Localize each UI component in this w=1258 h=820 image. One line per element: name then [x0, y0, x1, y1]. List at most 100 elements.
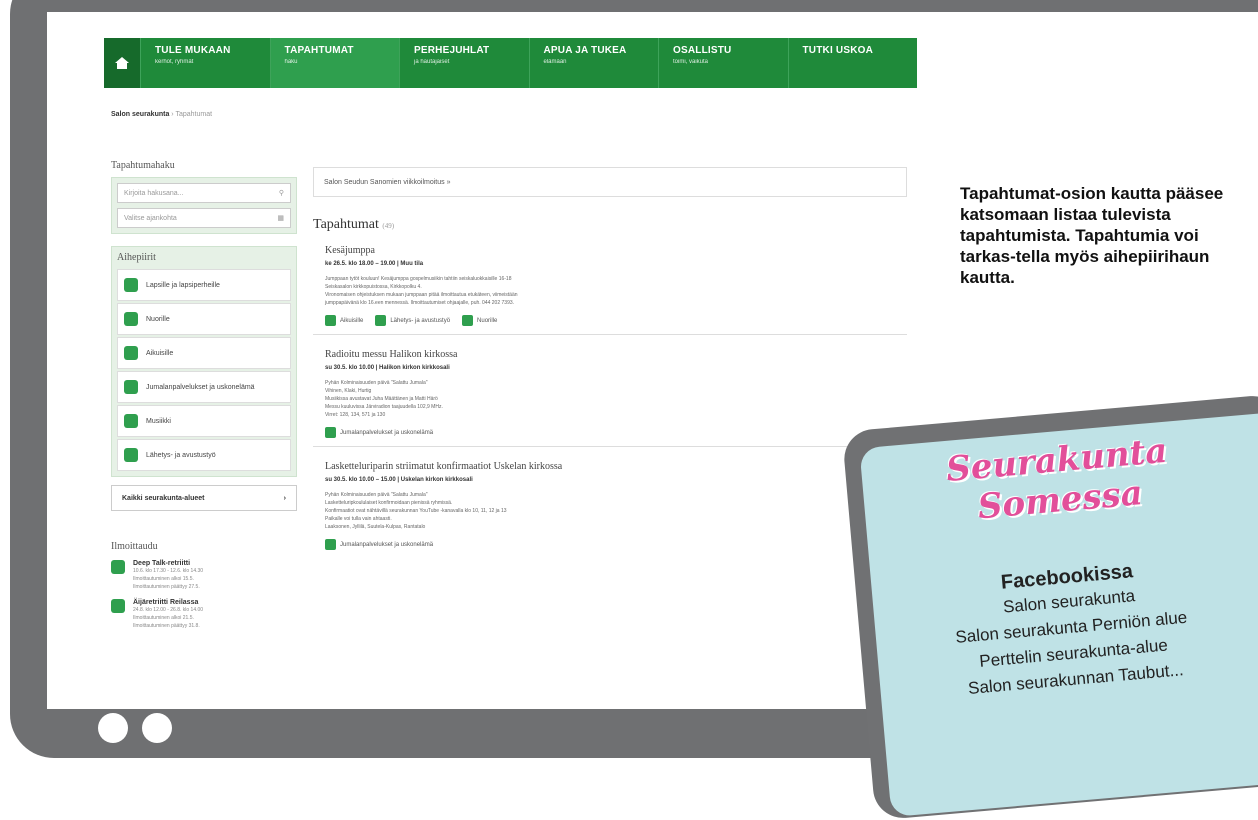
topic-label: Aikuisille — [146, 349, 174, 357]
event-line: Pyhän Kolminaisuuden päivä "Salattu Juma… — [325, 492, 428, 498]
topic-label: Jumalanpalvelukset ja uskonelämä — [146, 383, 255, 391]
church-icon — [325, 539, 336, 550]
nav-title: TAPAHTUMAT — [284, 45, 354, 56]
topic-item[interactable]: Musiikki — [117, 405, 291, 437]
events-heading: Tapahtumat (49) — [313, 217, 907, 233]
chevron-right-icon: › — [283, 494, 286, 502]
nav-title: TULE MUKAAN — [155, 45, 231, 56]
topics-heading: Aihepiirit — [117, 252, 156, 263]
event-line: Laaksonen, Jyllilä, Suutela-Kulpas, Rant… — [325, 524, 426, 530]
date-input[interactable]: Valitse ajankohta ▦ — [117, 208, 291, 228]
register-title: Äijäretriitti Reilassa — [133, 599, 199, 606]
nav-item-perhejuhlat[interactable]: PERHEJUHLAT ja hautajaiset — [399, 38, 529, 88]
church-icon — [325, 427, 336, 438]
nav-title: OSALLISTU — [673, 45, 732, 56]
search-icon[interactable]: ⚲ — [279, 189, 284, 197]
nav-title: APUA JA TUKEA — [543, 45, 627, 56]
home-button[interactable] — [104, 38, 140, 88]
topic-item[interactable]: Lähetys- ja avustustyö — [117, 439, 291, 471]
people-icon — [462, 315, 474, 326]
event-tag[interactable]: Nuorille — [477, 318, 497, 324]
event-tag[interactable]: Lähetys- ja avustustyö — [390, 318, 450, 324]
register-end: Ilmoittautuminen päättyy 31.8. — [133, 623, 200, 629]
nav-item-tutki-uskoa[interactable]: TUTKI USKOA — [787, 38, 918, 88]
events-count: (49) — [382, 222, 395, 230]
event-line: Pyhän Kolminaisuuden päivä "Salattu Juma… — [325, 380, 428, 386]
people-icon — [124, 448, 138, 462]
nav-item-apua-ja-tukea[interactable]: APUA JA TUKEA elämään — [528, 38, 659, 88]
nav-sub: kerhot, ryhmät — [155, 59, 194, 65]
frame-dots — [98, 713, 186, 748]
breadcrumb-root-link[interactable]: Salon seurakunta — [111, 111, 169, 118]
event-title[interactable]: Lasketteluriparin striimatut konfirmaati… — [325, 461, 895, 472]
calendar-icon[interactable]: ▦ — [277, 214, 284, 222]
event-title[interactable]: Kesäjumppa — [325, 245, 895, 256]
church-icon — [124, 380, 138, 394]
event-item: Lasketteluriparin striimatut konfirmaati… — [313, 459, 907, 558]
event-place: Uskelan kirkon kirkkosali — [400, 477, 473, 483]
nav-title: TUTKI USKOA — [802, 45, 874, 56]
event-item: Kesäjumppa ke 26.5. klo 18.00 – 19.00 | … — [313, 243, 907, 335]
dot — [98, 713, 128, 743]
register-item[interactable]: Deep Talk-retriitti 10.6. klo 17.30 - 12.… — [111, 560, 297, 591]
event-date: ke 26.5. klo 18.00 – 19.00 — [325, 261, 396, 267]
nav-title: PERHEJUHLAT — [414, 45, 490, 56]
topic-label: Musiikki — [146, 417, 171, 425]
topic-item[interactable]: Lapsille ja lapsiperheille — [117, 269, 291, 301]
topic-label: Lähetys- ja avustustyö — [146, 451, 216, 459]
register-start: Ilmoittautuminen alkoi 15.5. — [133, 576, 194, 582]
topics-box: Aihepiirit Lapsille ja lapsiperheille Nu… — [111, 246, 297, 477]
event-tag[interactable]: Jumalanpalvelukset ja uskonelämä — [340, 430, 433, 436]
date-placeholder: Valitse ajankohta — [124, 214, 177, 222]
nav-item-tule-mukaan[interactable]: TULE MUKAAN kerhot, ryhmät — [140, 38, 270, 88]
event-tag[interactable]: Aikuisille — [340, 318, 363, 324]
main-content: Salon Seudun Sanomien viikkoilmoitus » T… — [313, 167, 907, 570]
left-sidebar: Tapahtumahaku Kirjoita hakusana... ⚲ Vali… — [111, 160, 297, 630]
all-areas-button[interactable]: Kaikki seurakunta-alueet › — [111, 485, 297, 511]
event-datetime: ke 26.5. klo 18.00 – 19.00 | Muu tila — [325, 261, 424, 267]
nav-sub: elämään — [543, 59, 567, 65]
search-heading: Tapahtumahaku — [111, 160, 175, 171]
event-line: Jumppaan tytöt kouluun! Kesäjumppa gospe… — [325, 276, 512, 282]
event-date: su 30.5. klo 10.00 — [325, 365, 375, 371]
event-line: Musiikissa avustavat Juha Määttänen ja M… — [325, 396, 438, 402]
event-date: su 30.5. klo 10.00 – 15.00 — [325, 477, 396, 483]
register-date: 24.8. klo 12.00 - 26.8. klo 14.00 — [133, 607, 204, 613]
people-icon — [375, 315, 387, 326]
search-input[interactable]: Kirjoita hakusana... ⚲ — [117, 183, 291, 203]
music-icon — [124, 414, 138, 428]
register-start: Ilmoittautuminen alkoi 21.5. — [133, 615, 194, 621]
nav-sub: toimi, vaikuta — [673, 59, 709, 65]
search-box: Kirjoita hakusana... ⚲ Valitse ajankohta ▦ — [111, 177, 297, 234]
event-line: Vironomaisen ohjeistuksen mukaan jumppaa… — [325, 292, 518, 298]
ad-link[interactable]: Salon Seudun Sanomien viikkoilmoitus » — [313, 167, 907, 197]
people-icon — [124, 346, 138, 360]
event-line: Konfirmaatiot ovat nähtävillä seurakunna… — [325, 508, 507, 514]
register-section: Ilmoittaudu Deep Talk-retriitti 10.6. klo… — [111, 541, 297, 630]
topic-item[interactable]: Nuorille — [117, 303, 291, 335]
topic-label: Nuorille — [146, 315, 170, 323]
register-item[interactable]: Äijäretriitti Reilassa 24.8. klo 12.00 - … — [111, 599, 297, 630]
people-icon — [325, 315, 336, 326]
event-tags: Aikuisille Lähetys- ja avustustyö Nuoril… — [325, 315, 895, 326]
event-line: Seiskasalon kirkkopuistossa, Kirkkopolku… — [325, 284, 422, 290]
people-icon — [111, 560, 125, 574]
ad-label: Salon Seudun Sanomien viikkoilmoitus » — [324, 178, 451, 186]
nav-item-tapahtumat[interactable]: TAPAHTUMAT haku — [269, 38, 399, 88]
topic-item[interactable]: Aikuisille — [117, 337, 291, 369]
event-tag[interactable]: Jumalanpalvelukset ja uskonelämä — [340, 542, 433, 548]
event-line: Lasketteluripkoululaiset konfirmoidaan p… — [325, 500, 453, 506]
event-place: Muu tila — [400, 261, 424, 267]
event-title[interactable]: Radioitu messu Halikon kirkossa — [325, 349, 895, 360]
event-item: Radioitu messu Halikon kirkossa su 30.5.… — [313, 347, 907, 447]
breadcrumb-current: Tapahtumat — [175, 111, 213, 118]
dot — [142, 713, 172, 743]
nav-item-osallistu[interactable]: OSALLISTU toimi, vaikuta — [658, 38, 788, 88]
people-icon — [124, 278, 138, 292]
event-line: Virret: 128, 134, 571 ja 130 — [325, 412, 386, 418]
breadcrumb: Salon seurakunta › Tapahtumat — [111, 111, 213, 118]
topic-label: Lapsille ja lapsiperheille — [146, 281, 220, 289]
register-title: Deep Talk-retriitti — [133, 560, 191, 567]
somessa-content: Seurakunta Somessa Facebookissa Salon se… — [856, 423, 1258, 710]
topic-item[interactable]: Jumalanpalvelukset ja uskonelämä — [117, 371, 291, 403]
